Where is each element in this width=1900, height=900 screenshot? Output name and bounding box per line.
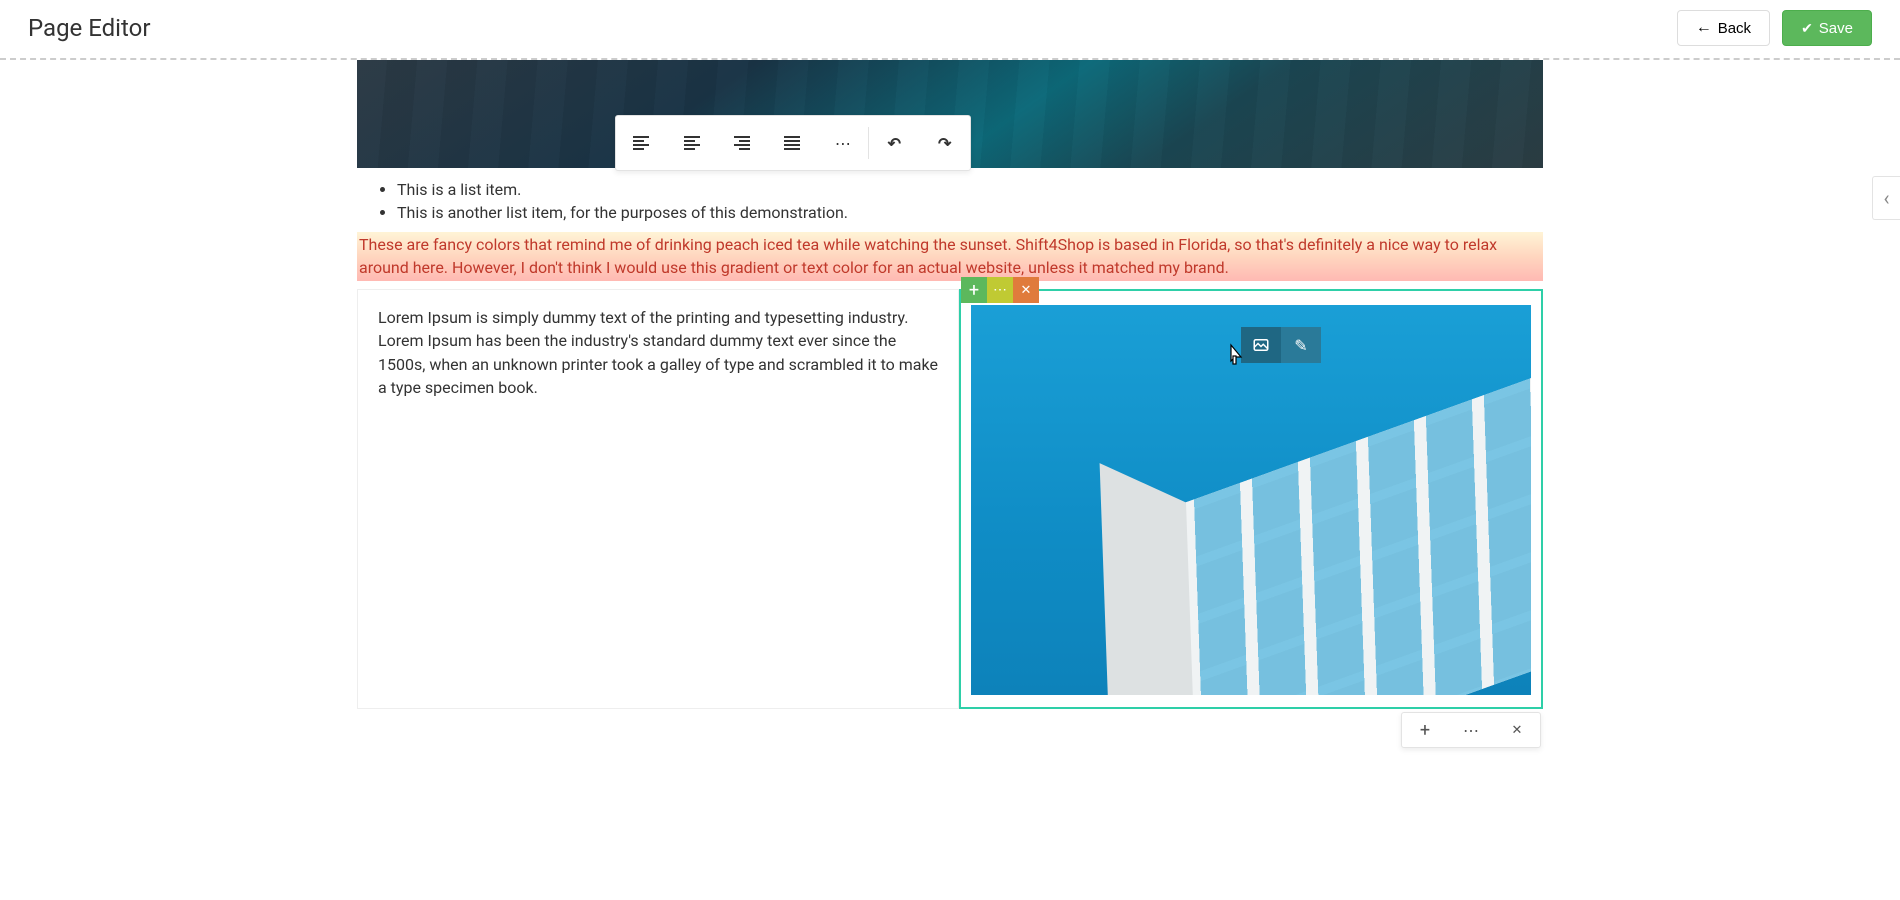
row-add-button[interactable] <box>1402 713 1448 747</box>
save-button-label: Save <box>1819 20 1853 37</box>
align-justify-button[interactable] <box>767 116 817 170</box>
image-edit-toolbar <box>1241 327 1321 363</box>
align-justify-icon <box>784 136 800 150</box>
align-center-button[interactable] <box>666 116 716 170</box>
image-block[interactable] <box>971 305 1531 695</box>
floating-text-toolbar <box>615 115 971 171</box>
row-close-button[interactable] <box>1494 713 1540 747</box>
block-close-button[interactable] <box>1013 277 1039 303</box>
list-item[interactable]: This is another list item, for the purpo… <box>397 201 1543 224</box>
align-right-icon <box>734 136 750 150</box>
image-content <box>1136 369 1531 695</box>
text-column[interactable]: Lorem Ipsum is simply dummy text of the … <box>357 289 959 709</box>
row-more-button[interactable] <box>1448 713 1494 747</box>
redo-button[interactable] <box>920 116 970 170</box>
align-left-button[interactable] <box>616 116 666 170</box>
list-item[interactable]: This is a list item. <box>397 178 1543 201</box>
back-button[interactable]: Back <box>1677 10 1770 46</box>
block-more-button[interactable] <box>987 277 1013 303</box>
gradient-text-block[interactable]: These are fancy colors that remind me of… <box>357 232 1543 281</box>
arrow-left-icon <box>1696 19 1712 37</box>
undo-button[interactable] <box>869 116 919 170</box>
image-column-selected[interactable] <box>959 289 1543 709</box>
block-action-bar <box>961 277 1039 303</box>
back-button-label: Back <box>1718 20 1751 37</box>
align-left-icon <box>633 136 649 150</box>
editor-header: Page Editor Back Save <box>0 0 1900 56</box>
two-column-row: Lorem Ipsum is simply dummy text of the … <box>357 289 1543 709</box>
block-add-button[interactable] <box>961 277 987 303</box>
check-icon <box>1801 20 1813 37</box>
canvas-wrap: This is a list item. This is another lis… <box>0 60 1900 709</box>
save-button[interactable]: Save <box>1782 10 1872 46</box>
align-right-button[interactable] <box>717 116 767 170</box>
list-block[interactable]: This is a list item. This is another lis… <box>357 168 1543 232</box>
replace-image-button[interactable] <box>1241 327 1281 363</box>
header-actions: Back Save <box>1677 10 1872 46</box>
row-bottom-toolbar <box>1401 712 1541 748</box>
toolbar-more-button[interactable] <box>818 116 868 170</box>
edit-image-button[interactable] <box>1281 327 1321 363</box>
page-title: Page Editor <box>28 14 150 42</box>
align-center-icon <box>684 136 700 150</box>
side-panel-toggle[interactable] <box>1872 176 1900 220</box>
